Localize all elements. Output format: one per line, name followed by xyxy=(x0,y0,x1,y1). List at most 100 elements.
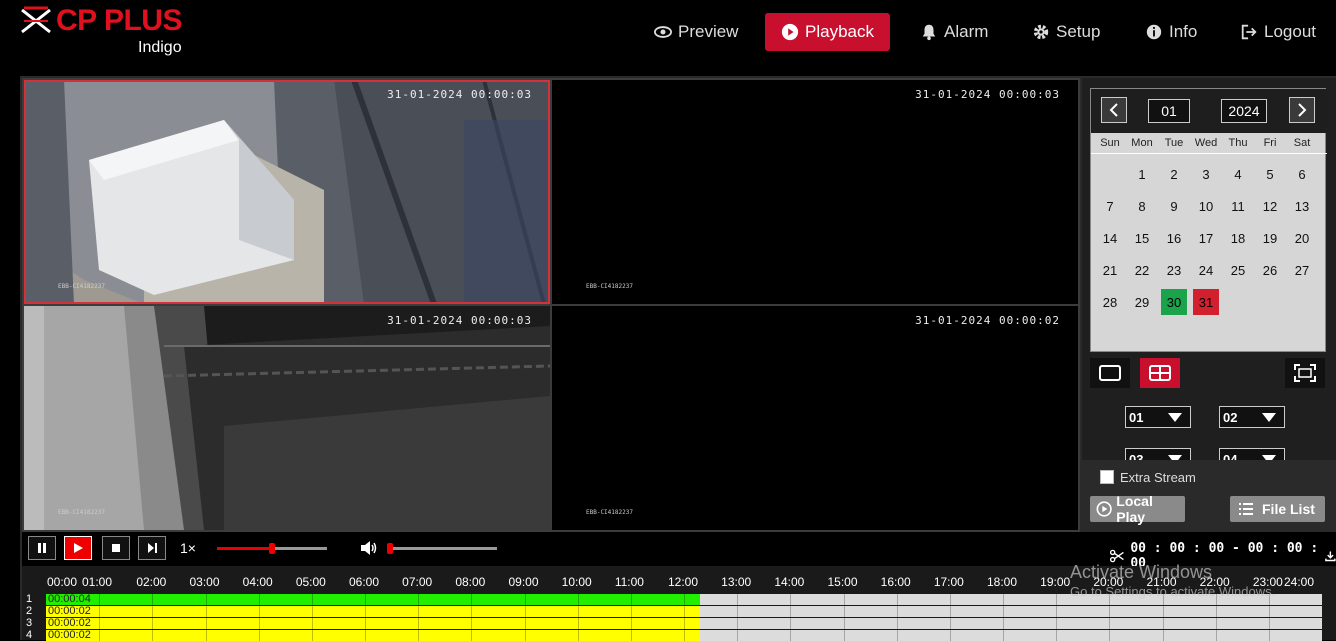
playback-speed[interactable]: 1× xyxy=(180,540,196,556)
calendar-day[interactable]: 19 xyxy=(1257,225,1283,251)
hour-tick xyxy=(949,630,951,641)
calendar-divider xyxy=(1091,153,1327,154)
play-button[interactable] xyxy=(64,536,92,560)
info-icon xyxy=(1146,24,1162,40)
calendar-day[interactable]: 4 xyxy=(1225,161,1251,187)
hour-tick xyxy=(1056,594,1058,605)
calendar-day[interactable]: 6 xyxy=(1289,161,1315,187)
timeline: 00:00 01:00 02:00 03:00 04:00 05:00 06:00 07:00… xyxy=(22,566,1336,641)
nav-logout[interactable]: Logout xyxy=(1224,13,1332,51)
playback-controls: 1× 00 : 00 : 00 - 00 : 00 : 00 xyxy=(22,532,1336,571)
nav-alarm[interactable]: Alarm xyxy=(904,13,1004,51)
hour-label: 23:00 xyxy=(1252,575,1283,589)
layout-4-button[interactable] xyxy=(1140,358,1180,388)
next-frame-button[interactable] xyxy=(138,536,166,560)
calendar-day[interactable]: 18 xyxy=(1225,225,1251,251)
channel-record-bar[interactable]: 00:00:02 xyxy=(46,605,1322,617)
hour-tick xyxy=(99,630,101,641)
calendar-day[interactable]: 2 xyxy=(1161,161,1187,187)
channel-record-bar[interactable]: 00:00:04 xyxy=(46,593,1322,605)
extra-stream-checkbox[interactable] xyxy=(1100,470,1114,484)
scissors-icon[interactable] xyxy=(1110,549,1124,563)
channel-number: 3 xyxy=(26,617,33,629)
channel-record-bar[interactable]: 00:00:02 xyxy=(46,617,1322,629)
quad-view-icon xyxy=(1149,365,1171,381)
step-forward-icon xyxy=(148,543,157,553)
month-field[interactable]: 01 xyxy=(1148,99,1190,123)
calendar-day[interactable]: 5 xyxy=(1257,161,1283,187)
hour-tick xyxy=(258,594,260,605)
recording-segment[interactable] xyxy=(46,618,700,629)
calendar-day[interactable]: 1 xyxy=(1129,161,1155,187)
calendar-day[interactable]: 8 xyxy=(1129,193,1155,219)
calendar-day[interactable]: 14 xyxy=(1097,225,1123,251)
volume-icon[interactable] xyxy=(360,540,378,556)
calendar-day[interactable]: 30 xyxy=(1161,289,1187,315)
calendar-day[interactable]: 10 xyxy=(1193,193,1219,219)
camera-cell-2[interactable]: 31-01-2024 00:00:03 EBB-CI4182237 xyxy=(552,80,1078,304)
year-field[interactable]: 2024 xyxy=(1221,99,1267,123)
channel-record-bar[interactable]: 00:00:02 xyxy=(46,629,1322,641)
nav-setup-label: Setup xyxy=(1056,22,1101,41)
calendar-day[interactable]: 17 xyxy=(1193,225,1219,251)
nav-preview[interactable]: Preview xyxy=(638,13,754,51)
calendar-day[interactable]: 27 xyxy=(1289,257,1315,283)
play-icon xyxy=(74,543,83,553)
calendar: 01 2024 Sun Mon Tue Wed Thu Fri Sat 1234567891… xyxy=(1090,88,1327,352)
volume-handle[interactable] xyxy=(387,543,393,554)
layout-1-button[interactable] xyxy=(1090,358,1130,388)
logo-mark-icon xyxy=(21,6,51,34)
camera-cell-3[interactable]: 31-01-2024 00:00:03 EBB-CI4182237 xyxy=(24,306,550,530)
nav-info[interactable]: Info xyxy=(1129,13,1213,51)
local-play-button[interactable]: Local Play xyxy=(1090,493,1185,525)
calendar-day[interactable]: 22 xyxy=(1129,257,1155,283)
calendar-day[interactable]: 21 xyxy=(1097,257,1123,283)
progress-handle[interactable] xyxy=(269,543,275,554)
calendar-day[interactable]: 31 xyxy=(1193,289,1219,315)
camera-cell-4[interactable]: 31-01-2024 00:00:02 EBB-CI4182237 xyxy=(552,306,1078,530)
calendar-day[interactable]: 12 xyxy=(1257,193,1283,219)
calendar-day[interactable]: 28 xyxy=(1097,289,1123,315)
recording-segment[interactable] xyxy=(46,606,700,617)
next-month-button[interactable] xyxy=(1289,97,1315,123)
calendar-day[interactable]: 24 xyxy=(1193,257,1219,283)
channel-time: 00:00:02 xyxy=(48,629,91,641)
calendar-day[interactable]: 15 xyxy=(1129,225,1155,251)
recording-segment[interactable] xyxy=(46,630,700,641)
file-list-button[interactable]: File List xyxy=(1230,496,1325,522)
download-icon[interactable] xyxy=(1325,550,1336,562)
calendar-day[interactable]: 25 xyxy=(1225,257,1251,283)
hour-label: 02:00 xyxy=(136,575,167,589)
calendar-day[interactable]: 7 xyxy=(1097,193,1123,219)
nav-setup[interactable]: Setup xyxy=(1016,13,1116,51)
hour-tick xyxy=(365,606,366,617)
calendar-day[interactable]: 26 xyxy=(1257,257,1283,283)
channel-select-2[interactable]: 02 xyxy=(1219,406,1285,428)
hour-tick xyxy=(1268,594,1270,605)
top-bar: CP PLUS Indigo Preview Playback Alarm Se… xyxy=(0,0,1336,70)
calendar-day[interactable]: 16 xyxy=(1161,225,1187,251)
hour-label: 24:00 xyxy=(1284,575,1315,589)
calendar-day[interactable]: 20 xyxy=(1289,225,1315,251)
volume-slider[interactable] xyxy=(387,543,497,554)
prev-month-button[interactable] xyxy=(1101,97,1127,123)
camera-cell-1[interactable]: 31-01-2024 00:00:03 EBB-CI4182237 xyxy=(24,80,550,304)
hour-tick xyxy=(311,630,313,641)
calendar-day[interactable]: 3 xyxy=(1193,161,1219,187)
hour-tick xyxy=(418,630,420,641)
pause-button[interactable] xyxy=(28,536,56,560)
fullscreen-button[interactable] xyxy=(1285,358,1325,388)
calendar-day[interactable]: 9 xyxy=(1161,193,1187,219)
calendar-day[interactable]: 23 xyxy=(1161,257,1187,283)
recording-segment[interactable] xyxy=(46,594,700,605)
channel-select-1[interactable]: 01 xyxy=(1125,406,1191,428)
calendar-day[interactable]: 13 xyxy=(1289,193,1315,219)
stop-button[interactable] xyxy=(102,536,130,560)
calendar-day[interactable]: 29 xyxy=(1129,289,1155,315)
nav-playback[interactable]: Playback xyxy=(765,13,890,51)
extra-stream-option[interactable]: Extra Stream xyxy=(1100,467,1310,487)
hour-tick xyxy=(418,618,420,629)
calendar-day[interactable]: 11 xyxy=(1225,193,1251,219)
progress-slider[interactable] xyxy=(217,543,327,554)
hour-label: 04:00 xyxy=(242,575,273,589)
